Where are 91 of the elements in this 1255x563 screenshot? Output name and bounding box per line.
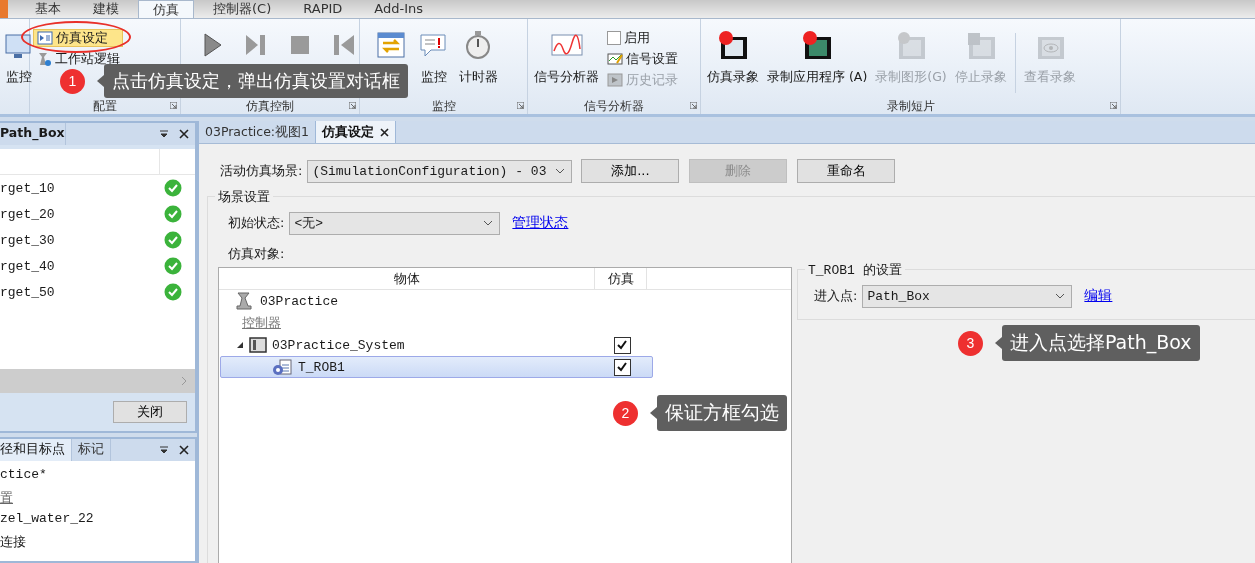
dialog-launcher-icon (517, 102, 524, 109)
history-icon (607, 72, 623, 88)
checkbox[interactable] (613, 358, 631, 376)
dialog-button[interactable]: 重命名 (797, 159, 896, 183)
ribbon-tab[interactable]: 基本 (22, 0, 74, 18)
ribbon-tab[interactable]: 仿真 (138, 0, 194, 18)
checkbox-label[interactable]: 启用 (604, 29, 681, 47)
target-name: rget_10 (0, 180, 55, 196)
target-name: rget_20 (0, 206, 55, 222)
ribbon-button[interactable]: 仿真录象 (704, 21, 762, 88)
close-icon (179, 445, 189, 455)
dialog-launcher-icon (690, 102, 697, 109)
check-circle-icon (164, 257, 182, 275)
cabinet-icon (249, 337, 267, 353)
target-name: rget_30 (0, 232, 55, 248)
dialog-launcher-icon (1110, 102, 1117, 109)
callout-text: 进入点选择Path_Box (1002, 325, 1200, 361)
tree-category: 控制器 (242, 314, 281, 332)
check-circle-icon (164, 205, 182, 223)
chevron-down-icon (555, 168, 566, 174)
check-circle-icon (164, 231, 182, 249)
dialog-launcher-icon (170, 102, 177, 109)
ribbon-tab[interactable]: RAPID (290, 0, 356, 18)
group-label: 仿真控制 (181, 98, 359, 114)
dialog-launcher-icon (349, 102, 356, 109)
signal-settings-icon (607, 51, 623, 67)
tree-item[interactable]: 连接 (0, 533, 195, 555)
document-tab[interactable]: 仿真设定 (316, 121, 396, 143)
robot-logic-icon (36, 51, 52, 67)
ribbon-tab[interactable]: 控制器(C) (200, 0, 285, 18)
robot-icon (235, 292, 255, 310)
field-label: 活动仿真场景: (220, 162, 303, 180)
tree-row[interactable]: 03Practice (220, 290, 653, 312)
tree-category[interactable]: 置 (0, 489, 13, 511)
ribbon-tab[interactable]: 建模 (80, 0, 132, 18)
pointer-icon (995, 337, 1002, 349)
group-label: 配置 (30, 98, 180, 114)
field-label: 仿真对象: (228, 245, 286, 263)
settings-window-icon (37, 30, 53, 46)
field-label: 初始状态: (228, 214, 285, 232)
scrollbar[interactable] (0, 369, 195, 393)
ribbon-button[interactable]: 录制应用程序 (A) (764, 21, 871, 88)
dropdown[interactable]: Path_Box (862, 284, 1073, 308)
group-label: 信号分析器 (528, 98, 700, 114)
check-circle-icon (164, 179, 182, 197)
panel-tab[interactable]: Path_Box (0, 123, 66, 145)
checkbox[interactable] (613, 336, 631, 354)
dropdown[interactable]: <无> (289, 211, 501, 235)
callout-text: 保证方框勾选 (657, 395, 787, 431)
target-name: rget_40 (0, 258, 55, 274)
field-label: 进入点: (814, 287, 858, 305)
chevron-down-icon (1055, 293, 1066, 299)
dropdown[interactable]: (SimulationConfiguration) - 03 (307, 159, 573, 183)
target-name: rget_50 (0, 284, 55, 300)
close-button[interactable]: 关闭 (113, 401, 187, 423)
group-title: T_ROB1 的设置 (805, 261, 905, 279)
panel-tab[interactable]: 径和目标点 (0, 439, 72, 461)
pointer-icon (97, 75, 104, 87)
gear-document-icon (271, 358, 293, 376)
tree-item[interactable]: zel_water_22 (0, 511, 195, 533)
pointer-icon (650, 407, 657, 419)
close-icon (179, 129, 189, 139)
tree-item[interactable]: ctice* (0, 467, 195, 489)
ribbon-tab[interactable]: Add-Ins (361, 0, 437, 18)
group-label: 监控 (360, 98, 527, 114)
close-icon (380, 127, 389, 137)
group-title: 场景设置 (215, 188, 273, 206)
tree-row[interactable]: T_ROB1 (220, 356, 653, 378)
checkbox[interactable] (607, 31, 621, 45)
column-header: 仿真 (595, 268, 647, 289)
ribbon-button[interactable]: 监控 (3, 21, 35, 88)
group-label: 录制短片 (701, 98, 1120, 114)
ribbon-button[interactable]: 仿真设定 (33, 29, 123, 47)
chevron-down-icon (483, 220, 494, 226)
chevron-right-icon (181, 376, 187, 386)
column-header: 物体 (219, 268, 595, 289)
tree-row[interactable]: 03Practice_System (220, 334, 653, 356)
dialog-button[interactable]: 添加... (581, 159, 680, 183)
checkmark-icon (616, 339, 628, 351)
callout-text: 点击仿真设定，弹出仿真设置对话框 (104, 64, 408, 98)
film-record-icon (716, 29, 750, 61)
check-circle-icon (164, 283, 182, 301)
ribbon-button[interactable]: 信号分析器 (531, 21, 602, 88)
ribbon-button[interactable]: 计时器 (456, 21, 501, 88)
link[interactable]: 编辑 (1084, 287, 1113, 305)
checkmark-icon (616, 361, 628, 373)
ribbon-button[interactable]: 监控 (414, 21, 454, 88)
link[interactable]: 管理状态 (512, 214, 569, 232)
dropdown-icon (159, 446, 169, 454)
ribbon-button[interactable]: 信号设置 (604, 50, 681, 68)
dropdown-icon (159, 130, 169, 138)
